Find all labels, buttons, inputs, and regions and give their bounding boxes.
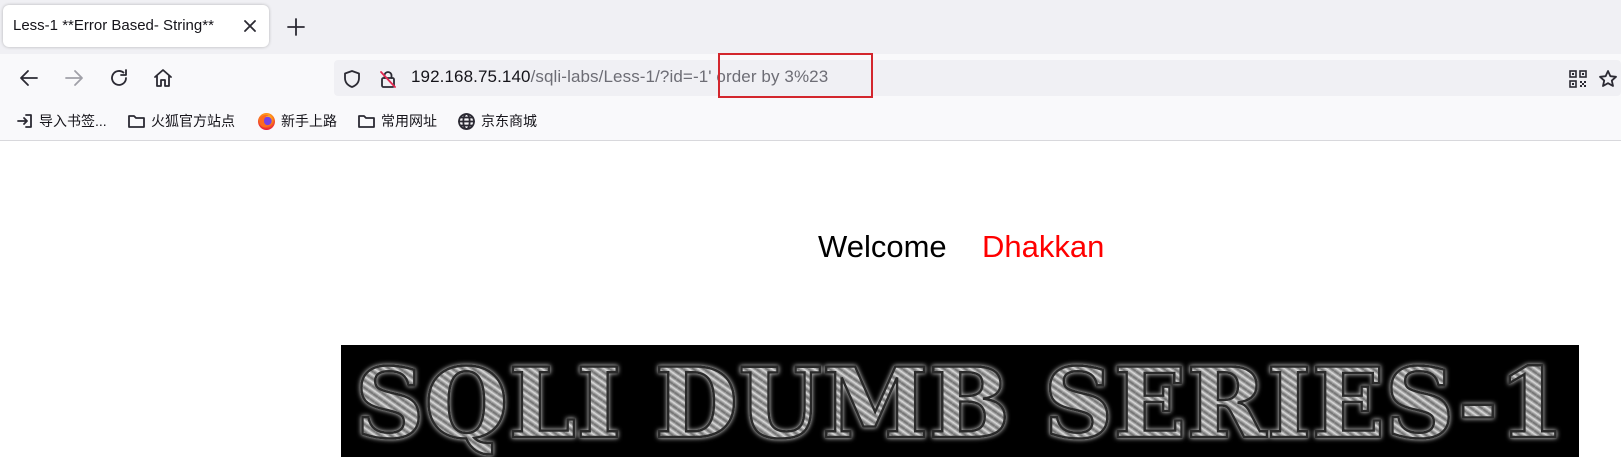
forward-arrow-icon[interactable]	[63, 67, 85, 89]
sqli-dumb-series-banner: SQLI DUMB SERIES-1	[341, 345, 1579, 457]
banner-graphic: SQLI DUMB SERIES-1	[354, 346, 1567, 457]
url-highlight-box	[718, 53, 873, 98]
welcome-text: Welcome	[818, 229, 947, 264]
bookmark-firefox-official[interactable]: 火狐官方站点	[127, 110, 235, 132]
bookmark-label: 火狐官方站点	[151, 113, 235, 129]
folder-icon	[358, 115, 375, 128]
tab-strip: Less-1 **Error Based- String**	[0, 0, 1621, 54]
bookmark-label: 新手上路	[281, 113, 337, 129]
active-tab[interactable]: Less-1 **Error Based- String**	[3, 5, 269, 47]
import-icon	[17, 114, 32, 128]
bookmark-common-sites[interactable]: 常用网址	[357, 110, 437, 132]
tab-title: Less-1 **Error Based- String**	[13, 17, 214, 34]
insecure-lock-icon[interactable]	[378, 69, 398, 89]
welcome-name: Dhakkan	[982, 229, 1105, 264]
new-tab-icon[interactable]	[285, 16, 307, 38]
globe-icon	[458, 112, 475, 130]
bookmark-label: 导入书签...	[39, 113, 107, 129]
bookmark-getting-started[interactable]: 新手上路	[257, 110, 337, 132]
address-bar[interactable]: 192.168.75.140/sqli-labs/Less-1/?id=-1' …	[334, 60, 1621, 96]
bookmarks-toolbar: 导入书签... 火狐官方站点 新手上路 常用网址 京东商城	[0, 102, 1621, 141]
bookmark-label: 京东商城	[481, 113, 537, 129]
firefox-icon	[258, 112, 275, 130]
bookmark-label: 常用网址	[381, 113, 437, 129]
bookmark-import[interactable]: 导入书签...	[16, 110, 107, 132]
qr-code-icon[interactable]	[1568, 69, 1588, 89]
reload-icon[interactable]	[108, 67, 130, 89]
shield-icon[interactable]	[342, 69, 362, 89]
page-content: Welcome Dhakkan SQLI DUMB SERIES-1	[0, 141, 1621, 474]
bookmark-jd[interactable]: 京东商城	[457, 110, 537, 132]
close-tab-icon[interactable]	[241, 17, 259, 35]
back-arrow-icon[interactable]	[18, 67, 40, 89]
home-icon[interactable]	[152, 67, 174, 89]
banner-text: SQLI DUMB SERIES-1	[355, 347, 1565, 457]
folder-icon	[128, 115, 145, 128]
bookmark-star-icon[interactable]	[1598, 69, 1618, 89]
url-host: 192.168.75.140	[411, 67, 531, 86]
